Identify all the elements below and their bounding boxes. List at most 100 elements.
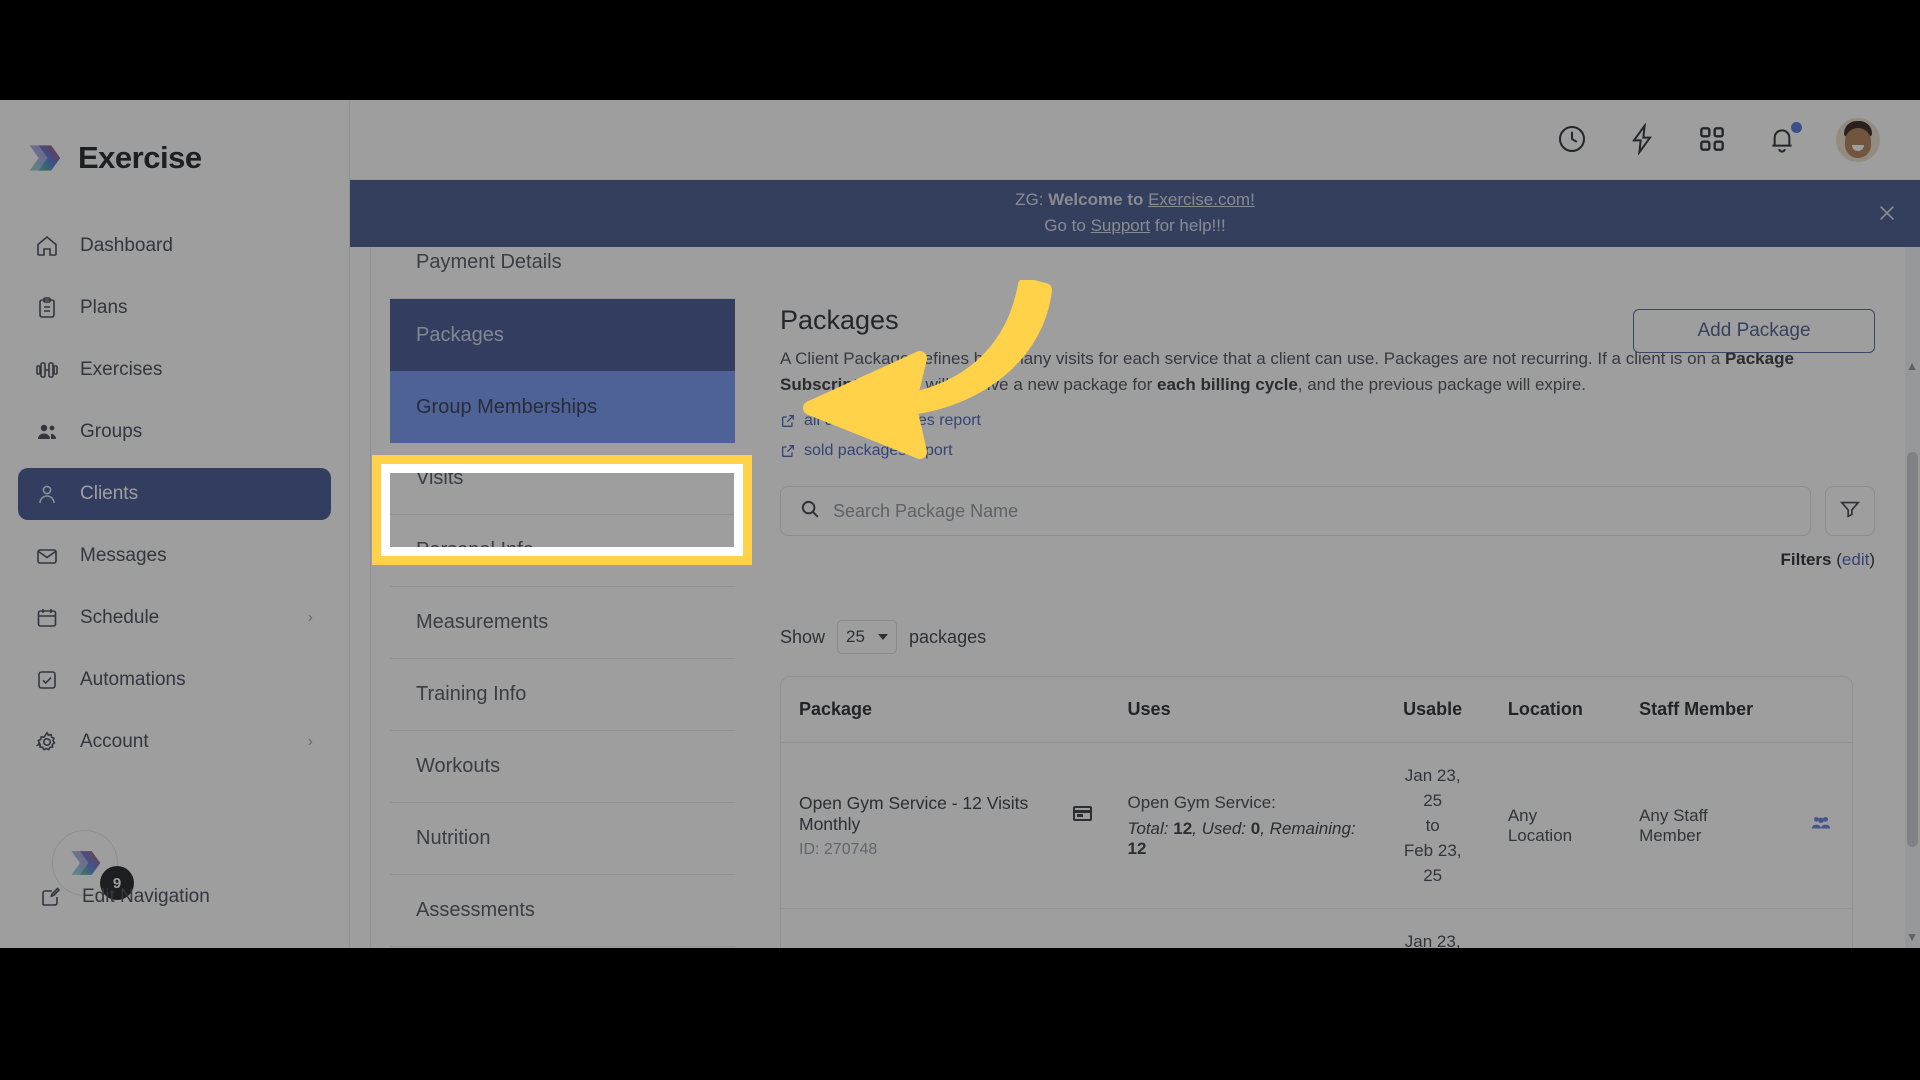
cell-usable: Jan 23, 25 to Forever [1376,909,1490,949]
table-header-row: Package Uses Usable Location Staff Membe… [781,677,1852,743]
sidebar-item-dashboard[interactable]: Dashboard [18,220,331,272]
chevron-down-icon [878,634,888,640]
filter-button[interactable] [1825,486,1875,536]
cell-actions[interactable] [1790,743,1852,909]
page-scrollbar[interactable]: ▲ ▼ [1905,247,1920,948]
sidebar-item-account[interactable]: Account › [18,716,331,768]
tab-measurements[interactable]: Measurements [390,587,735,659]
package-name: Open Gym Service - 12 Visits Monthly [799,793,1065,835]
sidebar-item-label: Automations [80,669,186,691]
table-row[interactable]: Adult Fitness Goal 2024 ID: 270747 Fitne… [781,909,1852,949]
uses-total-label: Total: [1128,819,1174,838]
sidebar-item-plans[interactable]: Plans [18,282,331,334]
show-packages-row: Show 25 packages [780,620,1875,654]
search-input[interactable] [833,501,1792,522]
card-icon [1073,806,1091,821]
person-icon [34,481,60,507]
cell-location: Any Location [1490,909,1621,949]
search-box[interactable] [780,486,1811,536]
sidebar-item-groups[interactable]: Groups [18,406,331,458]
cell-package: Adult Fitness Goal 2024 ID: 270747 [781,909,1110,949]
column-header-usable: Usable [1376,677,1490,743]
exercise-logo-icon [68,846,102,880]
chevron-right-icon: › [308,609,313,627]
sidebar-item-clients[interactable]: Clients [18,468,331,520]
sidebar-item-label: Plans [80,297,128,319]
uses-used-label: , Used: [1192,819,1251,838]
history-clock-icon[interactable] [1556,123,1590,157]
bell-icon[interactable] [1766,123,1800,157]
sidebar-item-label: Groups [80,421,142,443]
edit-pencil-icon [38,884,64,910]
brand[interactable]: Exercise [0,100,349,176]
page-size-value: 25 [846,627,865,647]
annotation-highlight-box [372,455,752,565]
tab-label: Payment Details [416,251,562,274]
scroll-up-arrow-icon[interactable]: ▲ [1906,359,1918,373]
column-header-package: Package [781,677,1110,743]
filters-label: Filters [1780,550,1831,569]
cell-staff: Any Staff Member [1621,909,1790,949]
sidebar-item-exercises[interactable]: Exercises [18,344,331,396]
tab-workouts[interactable]: Workouts [390,731,735,803]
edit-navigation-button[interactable]: Edit Navigation [38,884,210,910]
people-icon [34,419,60,445]
cell-uses: Fitness Goal 2024: Total: 12, Used: 0, R… [1110,909,1376,949]
tab-training-info[interactable]: Training Info [390,659,735,731]
uses-remaining-label: , Remaining: [1260,819,1355,838]
support-link[interactable]: Support [1091,216,1151,235]
packages-suffix-label: packages [909,627,986,648]
sidebar-item-automations[interactable]: Automations [18,654,331,706]
client-detail-page: Payment Details Packages Group Membershi… [350,247,1905,948]
page-scroll-thumb[interactable] [1907,452,1918,847]
uses-service: Open Gym Service: [1128,793,1358,813]
cell-usable: Jan 23, 25 to Feb 23, 25 [1376,743,1490,909]
lightning-bolt-icon[interactable] [1626,123,1660,157]
tab-label: Workouts [416,755,500,778]
cell-actions[interactable] [1790,909,1852,949]
cell-location: Any Location [1490,743,1621,909]
annotation-arrow-icon [770,280,1070,480]
envelope-icon [34,543,60,569]
tab-label: Nutrition [416,827,490,850]
add-package-label: Add Package [1697,320,1810,342]
sidebar-item-schedule[interactable]: Schedule › [18,592,331,644]
filters-edit-link[interactable]: edit [1842,550,1869,569]
group-members-icon[interactable] [1808,819,1834,838]
uses-used-value: 0 [1251,819,1260,838]
clipboard-icon [34,295,60,321]
sidebar-item-label: Exercises [80,359,162,381]
close-icon[interactable] [1876,202,1898,224]
notification-dot [1791,122,1802,133]
column-header-actions [1790,677,1852,743]
sidebar-item-label: Clients [80,483,138,505]
scroll-down-arrow-icon[interactable]: ▼ [1906,930,1918,944]
table-row[interactable]: Open Gym Service - 12 Visits Monthly ID:… [781,743,1852,909]
desc-bold-billing: each billing cycle [1157,375,1298,394]
tab-payment-details[interactable]: Payment Details [390,247,735,299]
show-label: Show [780,627,825,648]
tab-label: Measurements [416,611,548,634]
home-icon [34,233,60,259]
avatar[interactable] [1836,118,1880,162]
page-size-select[interactable]: 25 [837,620,897,654]
tab-packages[interactable]: Packages [390,299,735,371]
usable-from: Jan 23, 25 [1394,763,1472,813]
sidebar-item-messages[interactable]: Messages [18,530,331,582]
uses-service: Fitness Goal 2024: [1128,946,1358,948]
apps-grid-icon[interactable] [1696,123,1730,157]
sidebar-item-label: Schedule [80,607,159,629]
package-id: ID: 270748 [799,841,1092,859]
tab-label: Group Memberships [416,396,597,419]
tab-nutrition[interactable]: Nutrition [390,803,735,875]
tab-group-memberships[interactable]: Group Memberships [390,371,735,443]
tab-label: Assessments [416,899,535,922]
sidebar-nav: Dashboard Plans Exercises [0,220,349,768]
add-package-button[interactable]: Add Package [1633,309,1875,353]
rail-divider [370,247,371,948]
column-header-staff-member: Staff Member [1621,677,1790,743]
exercise-com-link[interactable]: Exercise.com! [1148,190,1255,209]
banner-line-2: Go to Support for help!!! [350,213,1920,239]
tab-assessments[interactable]: Assessments [390,875,735,947]
banner-bold: Welcome to [1048,190,1148,209]
